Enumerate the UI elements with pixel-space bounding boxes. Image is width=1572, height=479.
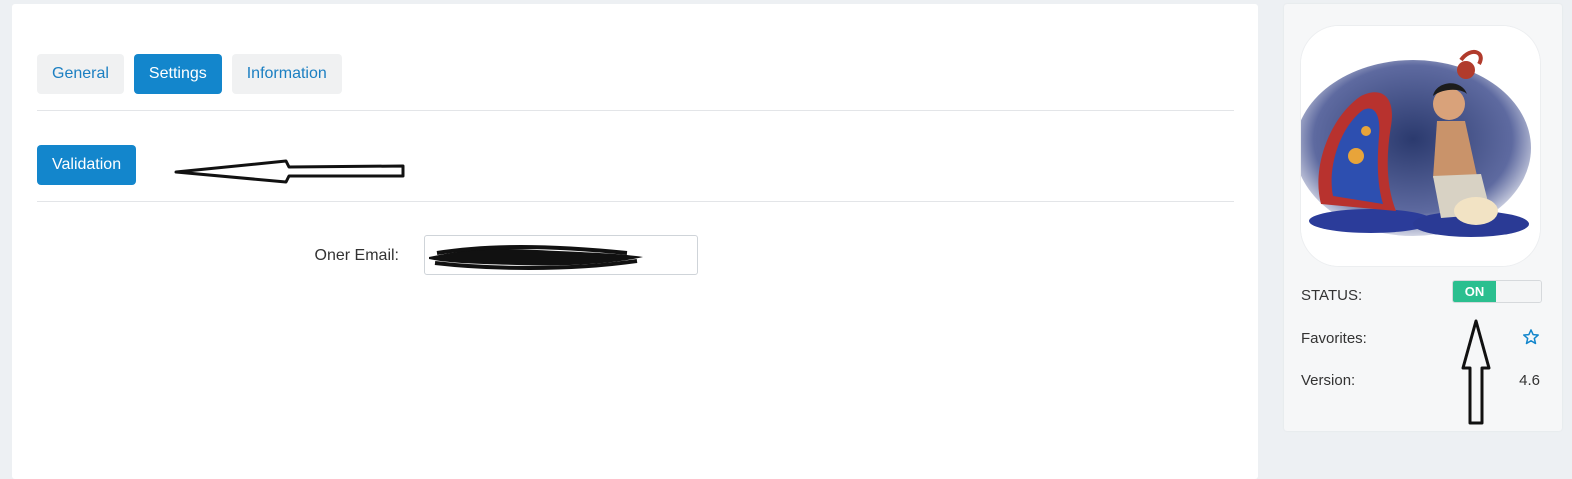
status-toggle[interactable]: ON: [1452, 280, 1542, 303]
validation-button[interactable]: Validation: [37, 145, 137, 185]
status-toggle-on-label: ON: [1453, 281, 1496, 302]
main-panel: General Settings Information Validation …: [12, 4, 1258, 479]
status-label: STATUS:: [1301, 287, 1363, 304]
annotation-arrow-up-icon: [1461, 319, 1491, 425]
tabs-divider: [37, 110, 1234, 111]
app-image: [1301, 26, 1540, 266]
app-sidebar: STATUS: ON Favorites: Version: 4.6: [1284, 4, 1562, 431]
redaction-scribble-icon: [429, 245, 643, 270]
annotation-arrow-left-icon: [174, 159, 405, 184]
star-outline-icon[interactable]: [1522, 328, 1540, 346]
owner-email-label: Oner Email:: [314, 247, 399, 264]
tab-settings[interactable]: Settings: [133, 54, 222, 94]
tab-information[interactable]: Information: [231, 54, 342, 94]
version-label: Version:: [1301, 372, 1356, 389]
status-toggle-knob: [1496, 281, 1541, 302]
tab-bar: General Settings Information: [37, 54, 342, 94]
version-value: 4.6: [1519, 372, 1540, 389]
owner-email-field[interactable]: [424, 235, 698, 275]
section-divider: [37, 201, 1234, 202]
favorites-label: Favorites:: [1301, 330, 1367, 347]
tab-general[interactable]: General: [37, 54, 124, 94]
aladdin-figurine-image: [1301, 26, 1540, 266]
